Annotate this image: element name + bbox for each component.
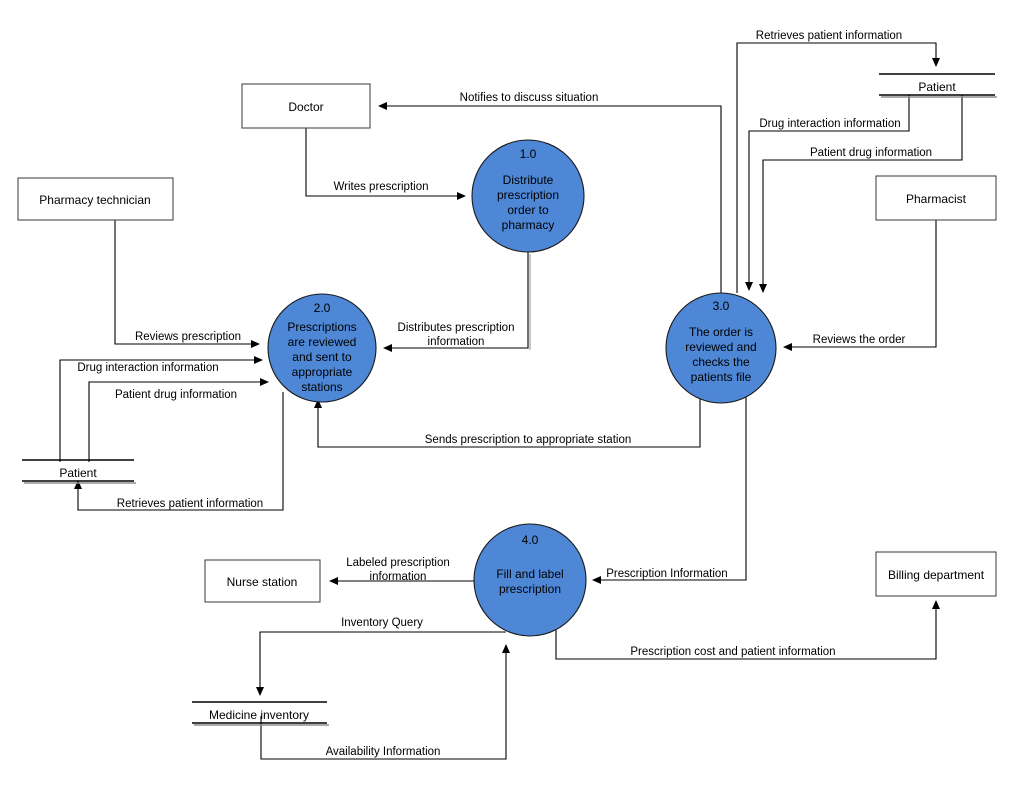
flow-label-labeled-prescription-information-line1: Labeled prescription [346,557,450,569]
process-4-number: 4.0 [522,533,539,547]
flow-label-notifies-discuss-situation: Notifies to discuss situation [460,92,599,104]
process-2-line-1: Prescriptions [287,320,356,334]
flowline-inventory-query [256,631,506,696]
entity-pharmacy-technician[interactable]: Pharmacy technician [17,177,174,221]
process-4-line-2: prescription [499,582,561,596]
flow-labels: Writes prescription Notifies to discuss … [77,30,932,758]
process-1-line-1: Distribute [503,173,554,187]
process-2-line-4: appropriate [292,365,353,379]
entity-pharmacist[interactable]: Pharmacist [875,175,997,221]
process-2-line-5: stations [301,380,342,394]
datastore-patient-top[interactable]: Patient [879,73,997,98]
process-3[interactable]: 3.0 The order is reviewed and checks the… [665,292,777,404]
datastore-label-patient-left: Patient [59,466,97,480]
process-1-line-4: pharmacy [502,218,555,232]
process-3-line-2: reviewed and [685,340,756,354]
flow-label-distributes-prescription-information-line1: Distributes prescription [398,322,515,334]
entity-label-billing-department: Billing department [888,568,985,582]
dfd-svg: Doctor Pharmacy technician Pharmacist Nu… [17,30,997,760]
entity-label-pharmacy-technician: Pharmacy technician [39,193,150,207]
flow-label-reviews-the-order: Reviews the order [813,334,906,346]
entity-label-pharmacist: Pharmacist [906,192,967,206]
entity-label-doctor: Doctor [288,100,323,114]
flow-label-drug-interaction-information-top: Drug interaction information [759,118,900,130]
entity-label-nurse-station: Nurse station [227,575,298,589]
flowline-reviews-the-order [783,220,937,351]
process-1-line-2: prescription [497,188,559,202]
flow-label-prescription-cost-patient-information: Prescription cost and patient informatio… [630,646,835,658]
process-1-number: 1.0 [520,147,537,161]
flowline-retrieves-patient-information-left [74,392,284,511]
process-2[interactable]: 2.0 Prescriptions are reviewed and sent … [267,293,377,403]
flow-label-patient-drug-information-left: Patient drug information [115,389,237,401]
dfd-canvas: Doctor Pharmacy technician Pharmacist Nu… [0,0,1024,794]
process-4-line-1: Fill and label [496,567,563,581]
flow-label-distributes-prescription-information-line2: information [428,336,485,348]
flowline-drug-interaction-information-left [59,356,263,462]
entity-doctor[interactable]: Doctor [241,83,371,129]
processes: 1.0 Distribute prescription order to pha… [267,139,777,637]
flow-label-retrieves-patient-information-top: Retrieves patient information [756,30,902,42]
datastore-label-medicine-inventory: Medicine inventory [209,708,309,722]
entity-nurse-station[interactable]: Nurse station [204,559,321,603]
flow-label-inventory-query: Inventory Query [341,617,423,629]
process-1-line-3: order to [507,203,549,217]
process-3-number: 3.0 [713,299,730,313]
datastore-label-patient-top: Patient [918,80,956,94]
entity-billing-department[interactable]: Billing department [875,551,997,597]
flow-label-availability-information: Availability Information [326,746,441,758]
process-2-line-3: and sent to [292,350,352,364]
flow-label-drug-interaction-information-left: Drug interaction information [77,362,218,374]
process-3-line-1: The order is [689,325,753,339]
flow-label-writes-prescription: Writes prescription [333,181,428,193]
datastore-patient-left[interactable]: Patient [22,459,136,484]
datastore-medicine-inventory[interactable]: Medicine inventory [192,701,329,726]
flowline-retrieves-patient-information-top [736,42,940,293]
process-3-line-4: patients file [691,370,752,384]
flow-label-retrieves-patient-information-left: Retrieves patient information [117,498,263,510]
flow-label-labeled-prescription-information-line2: information [370,571,427,583]
flowline-reviews-prescription [114,220,260,348]
flow-label-patient-drug-information-top: Patient drug information [810,147,932,159]
flow-label-prescription-information: Prescription Information [606,568,727,580]
process-2-line-2: are reviewed [288,335,357,349]
flowline-prescription-information [592,392,747,584]
process-1[interactable]: 1.0 Distribute prescription order to pha… [471,139,585,253]
process-3-line-3: checks the [692,355,750,369]
flow-label-reviews-prescription: Reviews prescription [135,331,241,343]
flow-label-sends-prescription-to-station: Sends prescription to appropriate statio… [425,434,631,446]
process-2-number: 2.0 [314,301,331,315]
process-4[interactable]: 4.0 Fill and label prescription [473,523,587,637]
